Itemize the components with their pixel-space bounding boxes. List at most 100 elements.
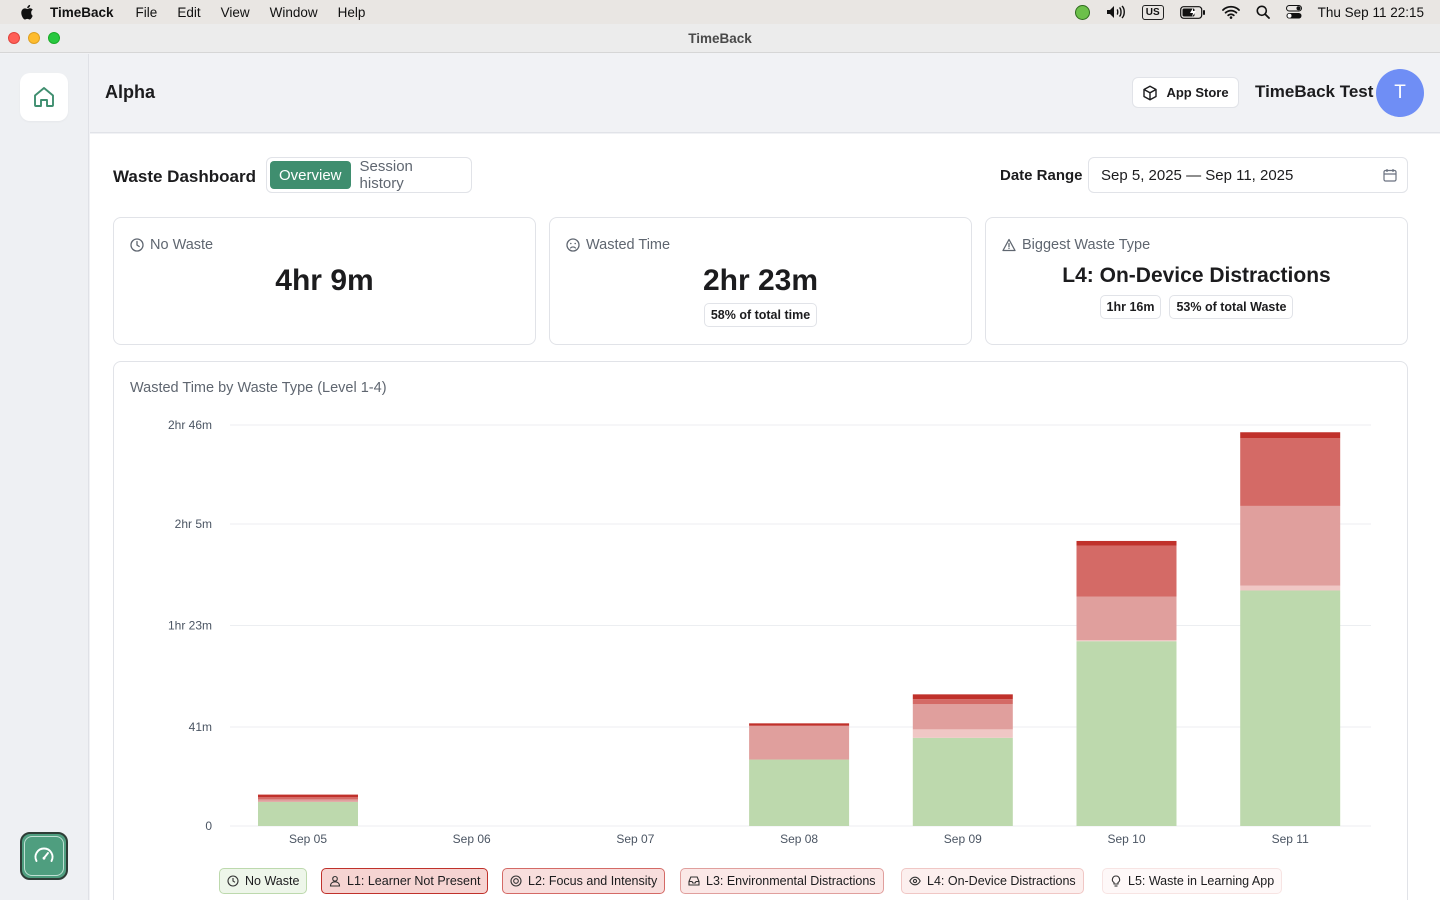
bar-segment[interactable] — [1076, 641, 1177, 826]
bar-segment[interactable] — [1240, 505, 1341, 586]
window-title: TimeBack — [688, 30, 752, 46]
wasted-time-card: Wasted Time 2hr 23m 58% of total time — [549, 217, 972, 345]
legend-label: No Waste — [245, 874, 300, 888]
warning-icon — [1002, 238, 1016, 252]
dashboard-gauge-button[interactable] — [20, 832, 68, 880]
menu-file[interactable]: File — [136, 5, 158, 20]
clock-icon — [130, 238, 144, 252]
bulb-icon — [1111, 875, 1121, 887]
legend-label: L1: Learner Not Present — [347, 874, 481, 888]
biggest-waste-share-badge: 53% of total Waste — [1169, 295, 1294, 319]
wasted-time-value: 2hr 23m — [702, 264, 819, 297]
bar-segment[interactable] — [749, 759, 850, 826]
menu-view[interactable]: View — [221, 5, 250, 20]
spotlight-search-icon[interactable] — [1256, 0, 1270, 24]
bar-segment[interactable] — [749, 723, 850, 726]
menu-app-name[interactable]: TimeBack — [50, 5, 114, 20]
window-minimize-button[interactable] — [28, 32, 40, 44]
x-tick-label: Sep 09 — [944, 832, 982, 846]
gauge-icon — [34, 847, 54, 862]
y-tick-label: 2hr 46m — [168, 418, 212, 432]
bar-segment[interactable] — [1076, 540, 1177, 546]
menu-window[interactable]: Window — [270, 5, 318, 20]
bar-segment[interactable] — [912, 704, 1013, 730]
bar-segment[interactable] — [1076, 545, 1177, 597]
bar-segment[interactable] — [1240, 438, 1341, 506]
legend-item[interactable]: L2: Focus and Intensity — [502, 868, 666, 894]
waste-chart-card: Wasted Time by Waste Type (Level 1-4) 04… — [113, 361, 1408, 900]
sidebar — [0, 54, 89, 900]
avatar[interactable]: T — [1376, 69, 1424, 117]
legend-label: L2: Focus and Intensity — [528, 874, 658, 888]
legend-item[interactable]: L1: Learner Not Present — [321, 868, 489, 894]
view-tabs: Overview Session history — [266, 157, 472, 193]
bar-segment[interactable] — [912, 729, 1013, 738]
main-content: Waste Dashboard Overview Session history… — [90, 134, 1440, 900]
bar-segment[interactable] — [1240, 590, 1341, 826]
legend-item[interactable]: No Waste — [219, 868, 308, 894]
x-tick-label: Sep 05 — [289, 832, 327, 846]
bar-segment[interactable] — [1240, 585, 1341, 591]
bar-segment[interactable] — [258, 801, 358, 826]
user-name[interactable]: TimeBack Test — [1255, 82, 1373, 102]
frown-icon — [566, 238, 580, 252]
page-title: Waste Dashboard — [113, 167, 256, 186]
control-center-icon[interactable] — [1285, 0, 1302, 24]
bar-segment[interactable] — [749, 725, 850, 760]
box-icon — [1143, 85, 1158, 100]
app-store-button[interactable]: App Store — [1132, 77, 1239, 108]
person-icon — [329, 875, 341, 887]
bar-segment[interactable] — [912, 737, 1013, 826]
chart-legend: No Waste L1: Learner Not Present L2: Focus… — [114, 868, 1407, 896]
bar-segment[interactable] — [912, 699, 1013, 705]
menu-help[interactable]: Help — [338, 5, 366, 20]
y-tick-label: 2hr 5m — [175, 517, 212, 531]
keyboard-layout-icon[interactable]: US — [1141, 0, 1164, 24]
home-icon — [34, 87, 54, 107]
biggest-waste-value: L4: On-Device Distractions — [1062, 264, 1331, 287]
apple-icon[interactable] — [18, 3, 36, 21]
status-dot-icon[interactable] — [1074, 0, 1090, 24]
biggest-waste-label: Biggest Waste Type — [1022, 237, 1151, 253]
biggest-waste-time-badge: 1hr 16m — [1099, 295, 1162, 319]
home-button[interactable] — [20, 73, 68, 121]
bar-segment[interactable] — [258, 794, 358, 798]
volume-icon[interactable] — [1106, 0, 1126, 24]
bar-segment[interactable] — [1076, 596, 1177, 640]
x-tick-label: Sep 11 — [1272, 832, 1309, 846]
wasted-share-badge: 58% of total time — [703, 303, 818, 327]
biggest-waste-card: Biggest Waste Type L4: On-Device Distrac… — [985, 217, 1408, 345]
wifi-icon[interactable] — [1221, 0, 1240, 24]
battery-icon[interactable] — [1179, 0, 1206, 24]
x-tick-label: Sep 10 — [1107, 832, 1145, 846]
x-tick-label: Sep 07 — [616, 832, 654, 846]
legend-item[interactable]: L5: Waste in Learning App — [1102, 868, 1283, 894]
target-icon — [510, 875, 522, 887]
app-store-label: App Store — [1166, 85, 1229, 100]
legend-item[interactable]: L3: Environmental Distractions — [680, 868, 884, 894]
menu-clock[interactable]: Thu Sep 11 22:15 — [1318, 5, 1424, 20]
no-waste-card: No Waste 4hr 9m — [113, 217, 536, 345]
window-close-button[interactable] — [8, 32, 20, 44]
wasted-time-label: Wasted Time — [586, 237, 671, 253]
y-tick-label: 1hr 23m — [168, 619, 212, 633]
clock-icon — [227, 875, 239, 887]
calendar-icon — [1383, 169, 1397, 182]
y-tick-label: 41m — [189, 720, 212, 734]
no-waste-label: No Waste — [150, 237, 214, 253]
menu-edit[interactable]: Edit — [177, 5, 200, 20]
date-range-picker[interactable]: Sep 5, 2025 — Sep 11, 2025 — [1088, 157, 1408, 193]
org-name: Alpha — [105, 82, 156, 102]
inbox-icon — [688, 876, 700, 886]
bar-segment[interactable] — [912, 694, 1013, 700]
window-titlebar: TimeBack — [0, 24, 1440, 53]
window-zoom-button[interactable] — [48, 32, 60, 44]
legend-item[interactable]: L4: On-Device Distractions — [901, 868, 1084, 894]
tab-session-history[interactable]: Session history — [351, 158, 468, 192]
bar-segment[interactable] — [1076, 639, 1177, 642]
waste-bar-chart: 0 41m 1hr 23m 2hr 5m 2hr 46m Sep 05 Sep 06 Sep … — [168, 418, 1371, 846]
tab-overview[interactable]: Overview — [270, 161, 351, 189]
bar-segment[interactable] — [1240, 432, 1341, 439]
bar-segment[interactable] — [258, 797, 358, 800]
bar-segment[interactable] — [258, 799, 358, 802]
